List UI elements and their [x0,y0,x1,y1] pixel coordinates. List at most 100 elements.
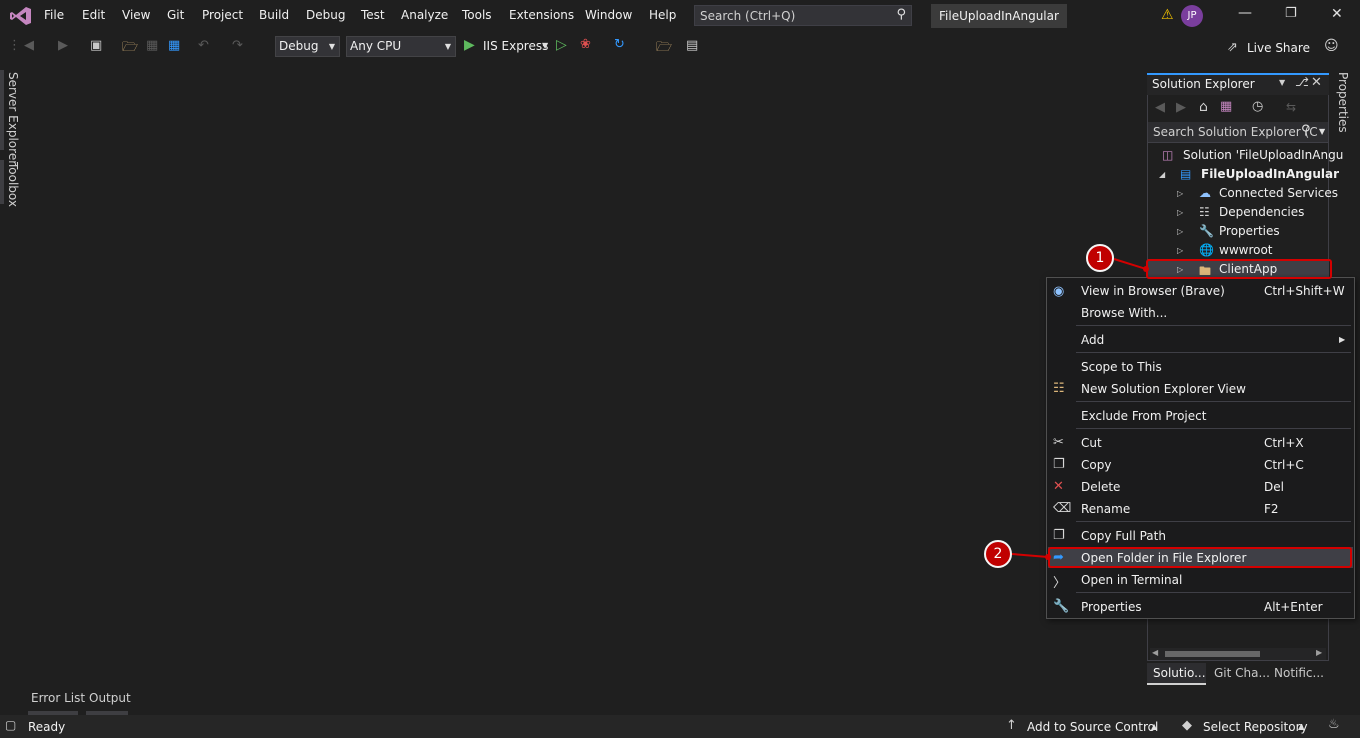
home-icon[interactable]: ⌂ [1199,99,1208,115]
tab-error-list-label: Error List [31,691,86,705]
menu-analyze[interactable]: Analyze [401,8,448,22]
feedback-icon[interactable]: ☺ [1324,38,1339,54]
sync-icon[interactable]: ⇆ [1286,100,1296,114]
copy-icon: ❐ [1053,457,1065,472]
chevron-up-icon[interactable]: ▲ [1151,722,1157,731]
close-panel-icon[interactable]: ✕ [1311,75,1322,90]
run-target-button[interactable]: IIS Express [483,39,548,53]
expanded-arrow-icon[interactable]: ◢ [1159,170,1165,179]
menu-item-open-in-terminal[interactable]: Open in Terminal [1081,573,1182,587]
menu-item-copy-full-path[interactable]: Copy Full Path [1081,529,1166,543]
navigate-forward-icon[interactable]: ▶ [58,38,68,53]
new-project-icon[interactable]: ▣ [90,38,102,53]
tree-item-connected-services[interactable]: Connected Services [1219,186,1338,200]
chevron-down-icon: ▼ [444,42,451,51]
warning-icon[interactable]: ⚠ [1161,7,1174,23]
undo-icon[interactable]: ↶ [198,38,209,53]
tab-solution-explorer[interactable]: Solutio... [1147,663,1206,685]
restore-icon[interactable]: ❐ [1285,6,1297,21]
menu-test[interactable]: Test [361,8,385,22]
chevron-up-icon[interactable]: ▲ [1298,722,1304,731]
menu-help[interactable]: Help [649,8,676,22]
tab-error-list[interactable]: Error List [28,690,85,715]
tab-output[interactable]: Output [86,690,131,715]
scroll-left-icon[interactable]: ◀ [1152,648,1158,657]
save-all-icon[interactable]: ▦ [168,38,180,53]
tree-item-wwwroot[interactable]: wwwroot [1219,243,1273,257]
scrollbar-thumb[interactable] [1165,651,1260,657]
menu-item-exclude-from-project[interactable]: Exclude From Project [1081,409,1206,423]
collapsed-arrow-icon[interactable]: ▷ [1177,227,1183,236]
menu-item-rename[interactable]: Rename [1081,502,1130,516]
menu-edit[interactable]: Edit [82,8,105,22]
minimize-icon[interactable]: — [1238,5,1252,21]
refresh-icon[interactable]: ↻ [614,37,625,52]
start-debug-icon[interactable]: ▶ [464,37,475,53]
add-to-source-control-button[interactable]: Add to Source Control [1027,720,1158,734]
window-layout-icon[interactable]: ▤ [686,38,698,53]
menu-file[interactable]: File [44,8,64,22]
switch-views-icon[interactable]: ▦ [1220,99,1232,114]
menu-debug[interactable]: Debug [306,8,345,22]
menu-item-new-solution-explorer-view[interactable]: New Solution Explorer View [1081,382,1246,396]
solution-explorer-title: Solution Explorer [1152,77,1255,91]
collapsed-arrow-icon[interactable]: ▷ [1177,246,1183,255]
live-share-button[interactable]: Live Share [1247,41,1310,55]
menu-tools[interactable]: Tools [462,8,492,22]
start-without-debug-icon[interactable]: ▷ [556,37,567,53]
se-back-icon[interactable]: ◀ [1155,100,1165,115]
close-window-icon[interactable]: ✕ [1331,6,1343,22]
menu-item-view-in-browser[interactable]: View in Browser (Brave) [1081,284,1225,298]
menu-project[interactable]: Project [202,8,243,22]
tab-output-label: Output [89,691,131,705]
user-avatar[interactable]: JP [1181,5,1203,27]
tree-item-solution[interactable]: Solution 'FileUploadInAngu [1183,148,1343,162]
select-repository-button[interactable]: Select Repository [1203,720,1308,734]
menu-item-cut[interactable]: Cut [1081,436,1102,450]
collapsed-arrow-icon[interactable]: ▷ [1177,189,1183,198]
menu-item-delete[interactable]: Delete [1081,480,1120,494]
live-share-icon[interactable]: ⇗ [1227,40,1238,55]
pin-icon[interactable]: ⎇ [1295,75,1309,89]
shortcut-copy: Ctrl+C [1264,458,1304,472]
menu-git[interactable]: Git [167,8,184,22]
pending-changes-icon[interactable]: ◷ [1252,99,1263,114]
project-title: FileUploadInAngular [931,4,1067,28]
search-input[interactable]: Search (Ctrl+Q) ⚲ [694,5,912,26]
horizontal-scrollbar[interactable]: ◀ ▶ [1150,648,1326,660]
menu-view[interactable]: View [122,8,150,22]
navigate-back-icon[interactable]: ◀ [24,38,34,53]
notifications-bell-icon[interactable]: ♨ [1328,717,1340,732]
menu-build[interactable]: Build [259,8,289,22]
folder-view-icon[interactable]: 🗁 [656,38,672,60]
open-file-icon[interactable]: 🗁 [122,38,138,60]
hot-reload-icon[interactable]: ❀ [580,37,591,52]
tab-solution-label: Solutio... [1153,666,1206,680]
menu-item-add[interactable]: Add [1081,333,1104,347]
menu-item-properties[interactable]: Properties [1081,600,1142,614]
scroll-right-icon[interactable]: ▶ [1316,648,1322,657]
collapsed-arrow-icon[interactable]: ▷ [1177,208,1183,217]
tab-git-changes[interactable]: Git Cha... [1214,666,1270,680]
tree-item-properties[interactable]: Properties [1219,224,1280,238]
menu-window[interactable]: Window [585,8,632,22]
toolbox-tab[interactable]: Toolbox [6,162,20,207]
se-forward-icon[interactable]: ▶ [1176,100,1186,115]
visual-studio-logo-icon[interactable] [10,6,32,26]
menu-extensions[interactable]: Extensions [509,8,574,22]
chevron-down-icon[interactable]: ▼ [1279,78,1285,87]
chevron-down-icon[interactable]: ▼ [542,41,548,50]
tab-notifications[interactable]: Notific... [1274,666,1324,680]
properties-tab[interactable]: Properties [1336,72,1350,133]
save-icon[interactable]: ▦ [146,38,158,53]
menu-item-scope-to-this[interactable]: Scope to This [1081,360,1162,374]
platform-dropdown[interactable]: Any CPU ▼ [346,36,456,57]
tree-item-project[interactable]: FileUploadInAngular [1201,167,1339,181]
menu-item-browse-with[interactable]: Browse With... [1081,306,1167,320]
solution-search-input[interactable]: Search Solution Explorer (C ⚲ ▼ [1148,122,1328,143]
server-explorer-tab[interactable]: Server Explorer [6,72,20,165]
configuration-dropdown[interactable]: Debug ▼ [275,36,340,57]
redo-icon[interactable]: ↷ [232,38,243,53]
tree-item-dependencies[interactable]: Dependencies [1219,205,1304,219]
menu-item-copy[interactable]: Copy [1081,458,1111,472]
